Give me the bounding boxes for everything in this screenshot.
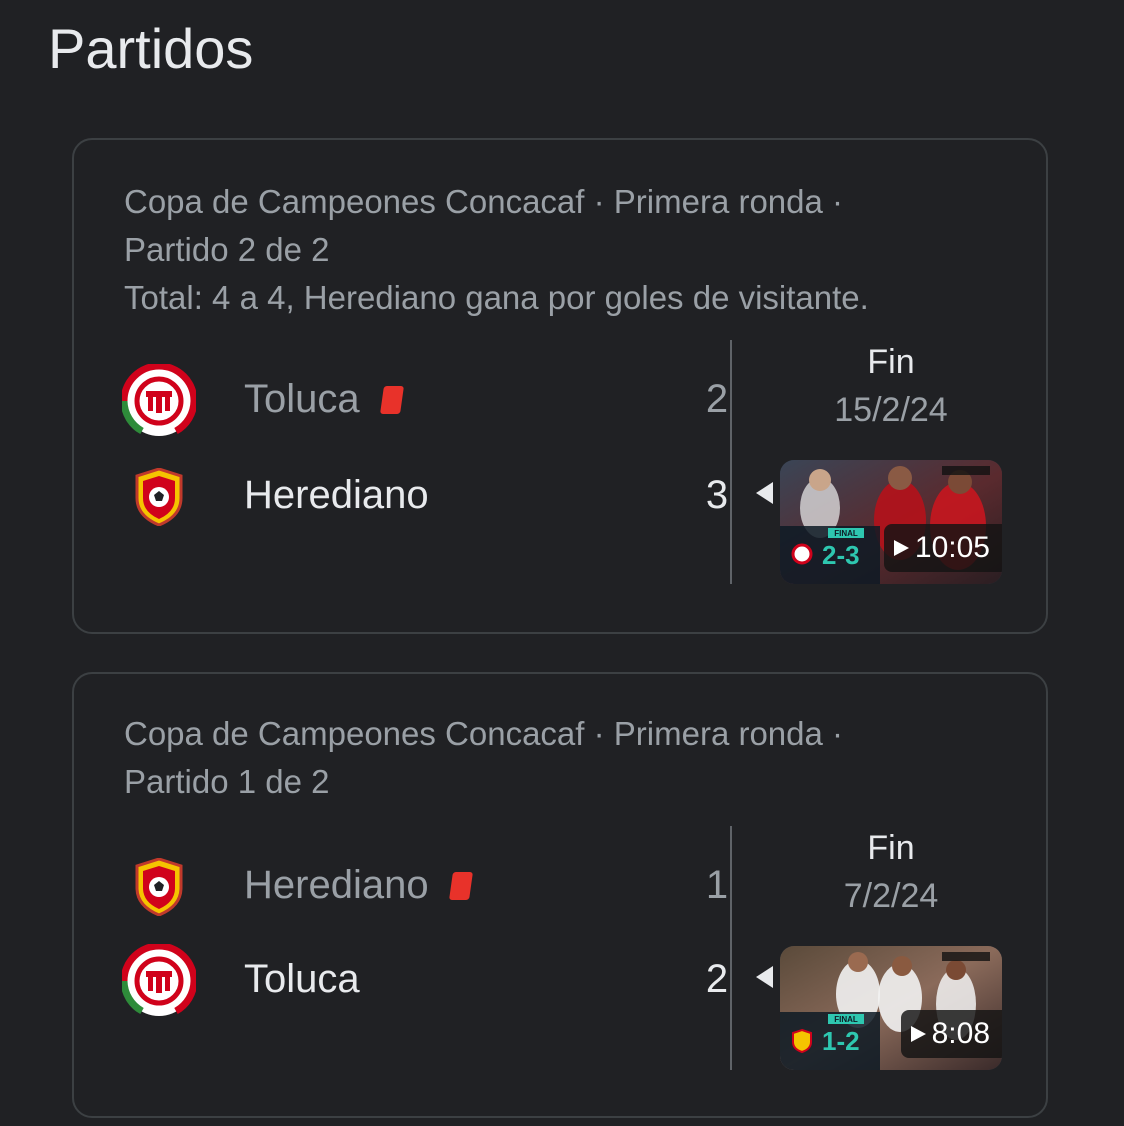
aggregate-line: Total: 4 a 4, Herediano gana por goles d… (124, 279, 869, 316)
match-card[interactable]: Copa de Campeones Concacaf · Primera ron… (72, 672, 1048, 1118)
status-label: Fin (867, 829, 915, 867)
team-row-away[interactable]: Herediano 3 (122, 460, 773, 540)
toluca-logo-icon (122, 944, 196, 1018)
play-icon (910, 1026, 926, 1042)
match-status: Fin 15/2/24 (780, 338, 1002, 434)
red-card-icon (379, 386, 404, 414)
team-name: Toluca (244, 374, 404, 424)
winner-arrow-icon (756, 482, 773, 504)
team-name: Herediano (244, 473, 429, 517)
herediano-logo-icon (134, 858, 184, 916)
team-row-home[interactable]: Herediano 1 (122, 850, 728, 930)
match-leg-line: Partido 2 de 2 (124, 231, 330, 268)
competition-line: Copa de Campeones Concacaf · Primera ron… (124, 715, 844, 752)
overlay-final-label: FINAL (834, 1015, 858, 1024)
overlay-final-label: FINAL (834, 529, 858, 538)
competition-line: Copa de Campeones Concacaf · Primera ron… (124, 183, 844, 220)
match-date: 15/2/24 (834, 391, 948, 429)
team-row-away[interactable]: Toluca 2 (122, 944, 773, 1024)
team-score: 2 (705, 957, 729, 1001)
team-row-home[interactable]: Toluca 2 (122, 364, 728, 444)
overlay-score: 1-2 (822, 1026, 860, 1056)
highlight-video-thumbnail[interactable]: FINAL 1-2 8:08 (780, 946, 1002, 1070)
red-card-icon (448, 872, 473, 900)
highlight-video-thumbnail[interactable]: FINAL 2-3 10:05 (780, 460, 1002, 584)
toluca-logo-icon (122, 364, 196, 438)
match-date: 7/2/24 (843, 877, 939, 915)
match-leg-line: Partido 1 de 2 (124, 763, 330, 800)
status-label: Fin (867, 343, 915, 381)
match-card[interactable]: Copa de Campeones Concacaf · Primera ron… (72, 138, 1048, 634)
play-icon (893, 540, 909, 556)
herediano-logo-icon (134, 468, 184, 526)
page-title: Partidos (48, 17, 254, 80)
team-score: 3 (705, 473, 729, 517)
overlay-score: 2-3 (822, 540, 860, 570)
divider (730, 340, 732, 584)
team-name: Toluca (244, 957, 360, 1001)
video-duration-badge: 10:05 (883, 524, 1002, 572)
video-duration-badge: 8:08 (900, 1010, 1002, 1058)
team-name: Herediano (244, 860, 473, 910)
team-score: 1 (705, 863, 729, 907)
divider (730, 826, 732, 1070)
match-status: Fin 7/2/24 (780, 824, 1002, 920)
winner-arrow-icon (756, 966, 773, 988)
team-score: 2 (705, 377, 729, 421)
